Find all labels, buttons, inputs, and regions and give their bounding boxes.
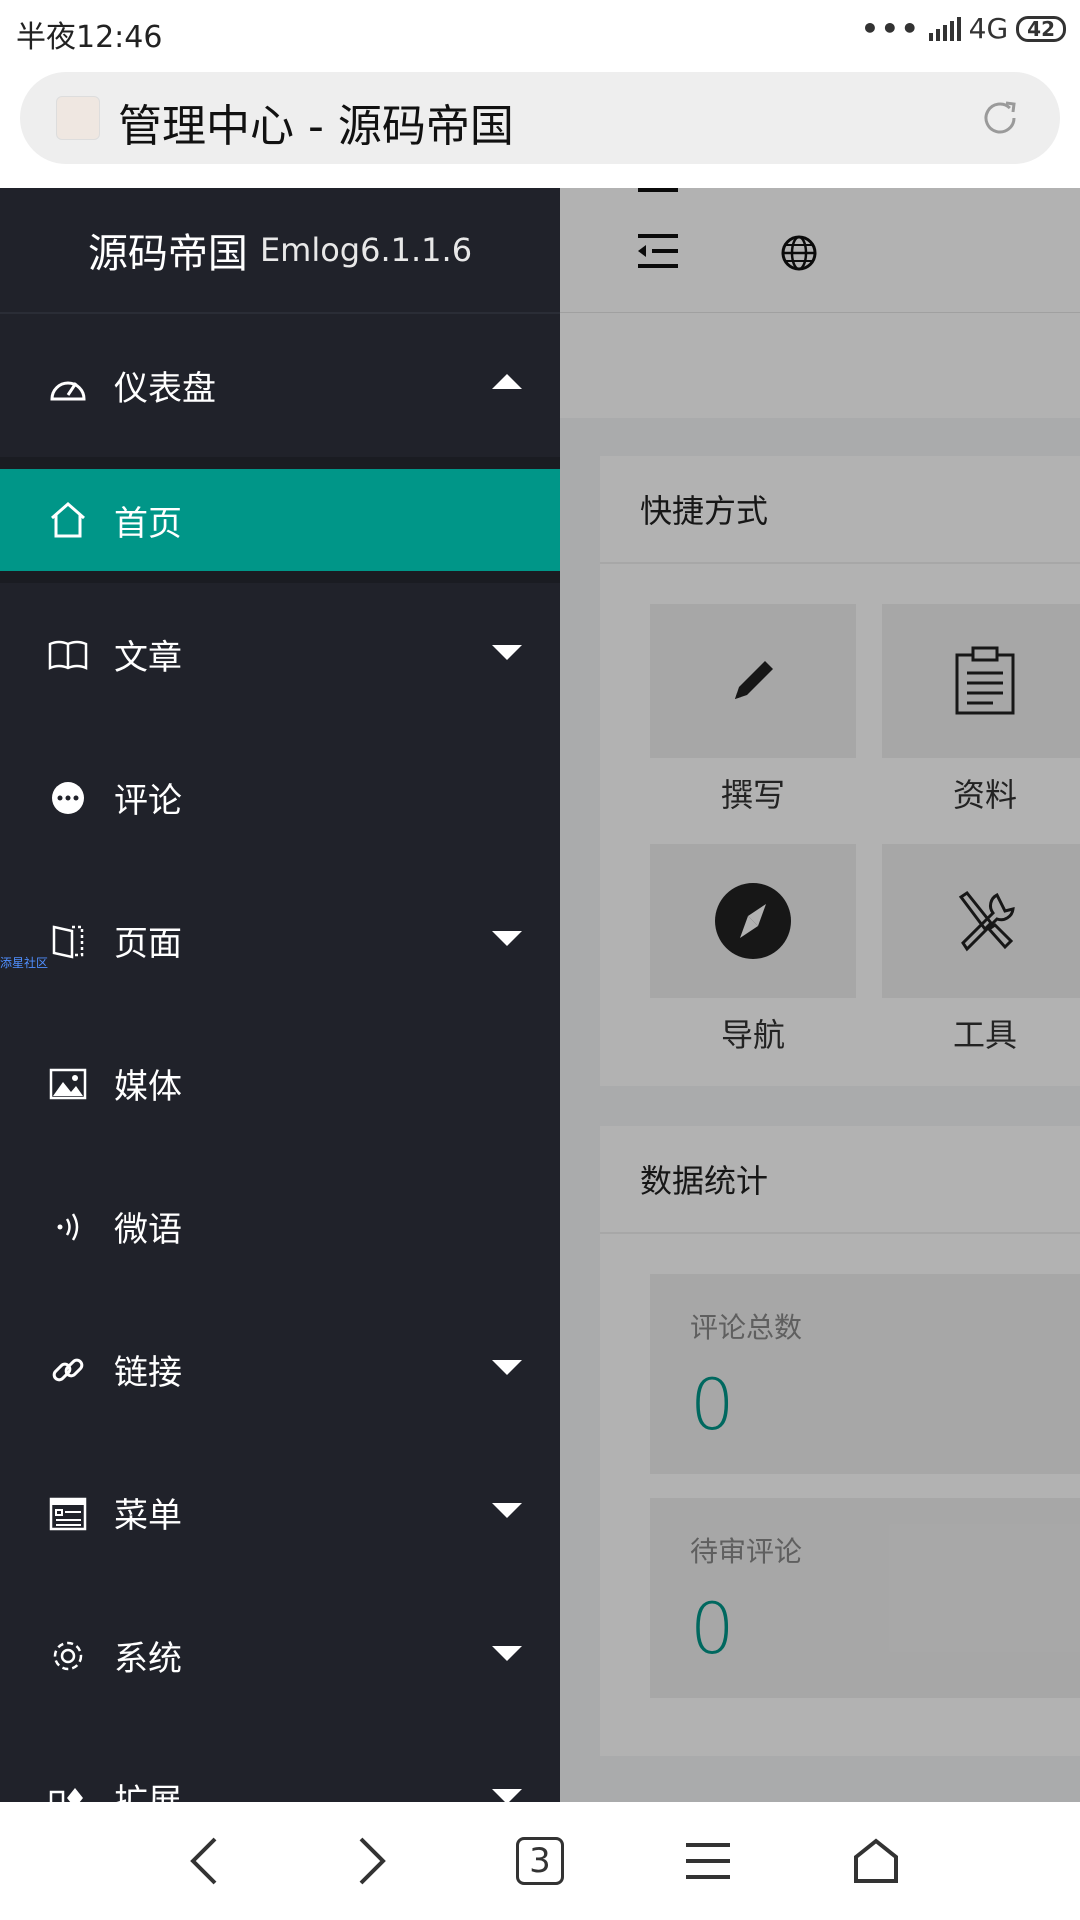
status-time: 半夜12:46: [16, 20, 163, 55]
sidebar-item-media[interactable]: 媒体: [0, 1012, 560, 1155]
extend-icon: [48, 1779, 88, 1802]
sidebar-item-twitter[interactable]: 微语: [0, 1155, 560, 1298]
menu-button[interactable]: [668, 1821, 748, 1901]
sidebar-item-extend[interactable]: 扩展: [0, 1727, 560, 1802]
sidebar-item-label: 首页: [114, 503, 182, 544]
sidebar-item-label: 扩展: [114, 1782, 182, 1802]
sidebar-item-label: 页面: [114, 924, 182, 964]
sidebar-item-label: 文章: [114, 638, 182, 678]
book-icon: [48, 635, 88, 675]
site-favicon: [56, 96, 100, 140]
status-indicators: ••• 4G 42: [861, 12, 1066, 45]
status-bar: 半夜12:46 ••• 4G 42: [0, 0, 1080, 62]
web-content: 快捷方式 撰写 资料 导航 工具 数据统计 评论总数 0 待审评论 0 源码帝国…: [0, 188, 1080, 1802]
network-type: 4G: [968, 12, 1009, 45]
caret-up-icon: [492, 374, 522, 389]
page-icon: [48, 921, 88, 961]
comment-icon: [48, 778, 88, 818]
sidebar-item-dashboard[interactable]: 仪表盘: [0, 314, 560, 457]
sidebar-item-pages[interactable]: 页面: [0, 869, 560, 1012]
back-button[interactable]: [164, 1821, 244, 1901]
dashboard-icon: [48, 366, 88, 406]
home-icon: [48, 500, 88, 540]
image-icon: [48, 1064, 88, 1104]
more-dots-icon: •••: [860, 12, 921, 45]
brand-name: 源码帝国: [87, 231, 248, 277]
broadcast-icon: [48, 1207, 88, 1247]
watermark-text: 添星社区: [0, 956, 49, 970]
browser-bottom-bar: 3: [0, 1802, 1080, 1920]
caret-down-icon: [492, 1360, 522, 1375]
address-bar[interactable]: 管理中心 - 源码帝国: [20, 72, 1060, 164]
caret-down-icon: [492, 1789, 522, 1802]
caret-down-icon: [492, 1646, 522, 1661]
sidebar-item-menus[interactable]: 菜单: [0, 1441, 560, 1584]
sidebar-item-links[interactable]: 链接: [0, 1298, 560, 1441]
sidebar-nav: 仪表盘 首页 文章 评论 页面 媒体 微语 链接 菜单 系统 扩展: [0, 314, 560, 1802]
caret-down-icon: [492, 931, 522, 946]
sidebar-item-comments[interactable]: 评论: [0, 726, 560, 869]
sidebar-item-label: 菜单: [114, 1496, 182, 1536]
page-title[interactable]: 管理中心 - 源码帝国: [118, 90, 514, 154]
caret-down-icon: [492, 645, 522, 660]
sidebar-item-label: 链接: [114, 1353, 182, 1393]
home-nav-icon: [854, 1838, 898, 1883]
chevron-left-icon: [190, 1837, 217, 1885]
gear-icon: [48, 1636, 88, 1676]
sidebar-item-label: 系统: [114, 1639, 182, 1679]
dashboard-submenu: 首页: [0, 457, 560, 583]
battery-level: 42: [1016, 15, 1066, 42]
menu-icon: [48, 1493, 88, 1533]
sidebar-item-articles[interactable]: 文章: [0, 583, 560, 726]
tabs-button[interactable]: 3: [500, 1821, 580, 1901]
sidebar-item-label: 媒体: [114, 1067, 182, 1107]
sidebar-item-home[interactable]: 首页: [0, 469, 560, 571]
sidebar-item-label: 评论: [114, 781, 182, 821]
sidebar-item-system[interactable]: 系统: [0, 1584, 560, 1727]
reload-icon[interactable]: [976, 94, 1024, 142]
chevron-right-icon: [359, 1837, 386, 1885]
caret-down-icon: [492, 1503, 522, 1518]
sidebar-item-label: 微语: [114, 1210, 182, 1250]
sidebar-item-label: 仪表盘: [114, 369, 216, 409]
home-button[interactable]: [836, 1821, 916, 1901]
tab-count: 3: [516, 1837, 564, 1885]
signal-icon: [928, 16, 961, 41]
hamburger-icon: [686, 1843, 730, 1879]
brand-version: Emlog6.1.1.6: [259, 231, 473, 269]
forward-button[interactable]: [332, 1821, 412, 1901]
sidebar: 源码帝国 Emlog6.1.1.6 仪表盘 首页 文章 评论 页面 媒体 微语 …: [0, 188, 560, 1802]
link-icon: [48, 1350, 88, 1390]
brand-header: 源码帝国 Emlog6.1.1.6: [0, 188, 560, 314]
